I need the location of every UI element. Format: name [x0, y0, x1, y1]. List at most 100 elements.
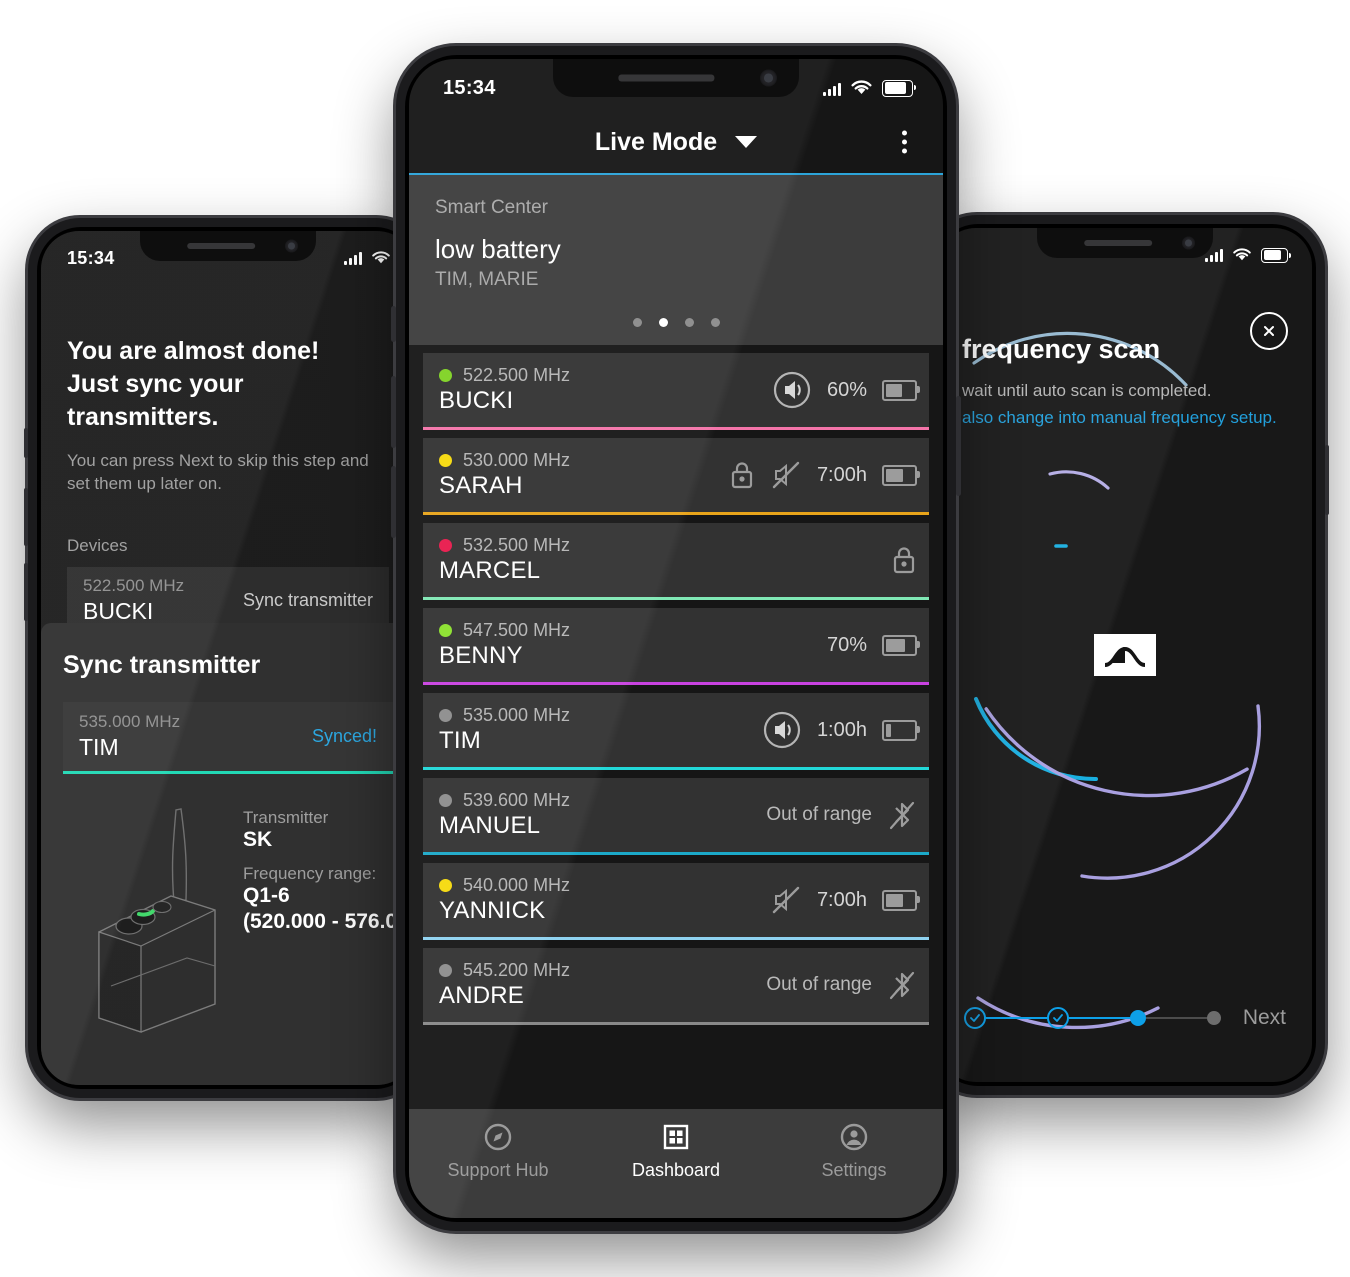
smart-center-card[interactable]: Smart Center low battery TIM, MARIE: [409, 173, 943, 345]
device-row[interactable]: 535.000 MHz TIM 1:00h: [423, 693, 929, 770]
bottom-tab-bar: Support Hub Dashboard Settings: [409, 1109, 943, 1218]
phone-power-button[interactable]: [1325, 445, 1329, 515]
phone-power-button[interactable]: [956, 396, 961, 496]
tab-dashboard[interactable]: Dashboard: [587, 1122, 765, 1181]
sync-transmitter-action[interactable]: Sync transmitter: [243, 590, 373, 611]
sheet-title: Sync transmitter: [63, 651, 261, 679]
device-row[interactable]: 532.500 MHz MARCEL: [423, 523, 929, 600]
step-inactive[interactable]: [1206, 1011, 1221, 1025]
left-heading-line2: Just sync your transmitters.: [67, 370, 244, 431]
wifi-icon: [1233, 248, 1251, 261]
step-completed-2[interactable]: [1046, 1007, 1069, 1029]
sync-transmitter-sheet: Sync transmitter 535.000 MHz TIM Synced!: [41, 623, 415, 1085]
battery-level-text: 70%: [826, 633, 867, 656]
page-dot[interactable]: [684, 318, 694, 327]
status-led-grey: [439, 709, 452, 722]
battery-level-text: 7:00h: [816, 888, 867, 911]
battery-level-text: 1:00h: [816, 718, 867, 741]
right-heading: frequency scan: [962, 334, 1161, 364]
device-frequency: 530.000 MHz: [463, 450, 571, 470]
device-list[interactable]: 522.500 MHz BUCKI 60% 530.000 MHz SARAH 7:00h…: [409, 345, 943, 1109]
cellular-bars-icon: [344, 251, 362, 265]
bluetooth-off-icon: [889, 971, 915, 1000]
phone-volume-down-button[interactable]: [24, 563, 28, 621]
wifi-icon: [372, 251, 390, 264]
page-dot-active[interactable]: [658, 318, 668, 327]
compass-icon: [484, 1123, 512, 1151]
status-led-green: [439, 624, 452, 637]
page-dot[interactable]: [710, 318, 720, 327]
phone-side-button[interactable]: [391, 306, 396, 342]
smart-center-message: low battery: [435, 234, 561, 264]
lock-icon: [893, 547, 915, 574]
out-of-range-label: Out of range: [766, 804, 872, 825]
phone-volume-down-button[interactable]: [391, 466, 396, 538]
status-time: 15:34: [67, 247, 115, 268]
manual-setup-link[interactable]: also change into manual frequency setup.: [962, 406, 1288, 431]
status-led-grey: [439, 964, 452, 977]
tab-label: Settings: [821, 1160, 887, 1180]
device-name: BENNY: [439, 642, 523, 669]
center-phone: 15:34 Live Mode Smart Center low battery…: [391, 46, 961, 1231]
status-led-grey: [439, 794, 452, 807]
status-time: 15:34: [443, 76, 496, 99]
device-name: BUCKI: [439, 387, 514, 414]
device-row[interactable]: 522.500 MHz BUCKI 60%: [423, 353, 929, 430]
smart-center-devices: TIM, MARIE: [435, 269, 539, 290]
tab-settings[interactable]: Settings: [765, 1122, 943, 1181]
page-dot[interactable]: [632, 318, 642, 327]
frequency-range-label: Frequency range:: [243, 864, 377, 883]
tab-support-hub[interactable]: Support Hub: [409, 1122, 587, 1181]
kebab-menu-icon[interactable]: [902, 130, 907, 154]
left-heading-line1: You are almost done!: [67, 337, 320, 365]
tab-label: Dashboard: [631, 1160, 721, 1180]
device-row[interactable]: 539.600 MHz MANUEL Out of range: [423, 778, 929, 855]
bodypack-transmitter-illustration: [63, 804, 233, 1039]
step-connector: [986, 1017, 1047, 1019]
device-frequency: 535.000 MHz: [463, 705, 571, 725]
phone-volume-up-button[interactable]: [391, 376, 396, 448]
mode-title[interactable]: Live Mode: [595, 128, 717, 157]
device-name: SARAH: [439, 472, 523, 499]
step-connector: [1145, 1017, 1207, 1019]
left-phone: 15:34 You are almost done! Just sync you…: [24, 218, 428, 1098]
account-icon: [840, 1123, 868, 1151]
device-name: ANDRE: [439, 982, 525, 1009]
battery-icon: [1261, 247, 1291, 263]
device-frequency: 522.500 MHz: [463, 365, 571, 385]
step-active[interactable]: [1129, 1010, 1146, 1026]
device-name: TIM: [439, 727, 481, 754]
left-device-frequency: 522.500 MHz: [83, 575, 185, 595]
transmitter-label: Transmitter: [243, 808, 329, 827]
speaker-on-icon: [773, 371, 811, 409]
close-icon[interactable]: [1250, 312, 1288, 350]
phone-side-button[interactable]: [24, 428, 28, 458]
next-button[interactable]: Next: [1243, 1006, 1286, 1030]
phone-volume-up-button[interactable]: [24, 488, 28, 546]
tab-label: Support Hub: [447, 1160, 549, 1180]
battery-level-text: 7:00h: [816, 463, 867, 486]
left-section-label: Devices: [67, 535, 128, 555]
step-connector: [1068, 1017, 1130, 1019]
device-name: MANUEL: [439, 812, 541, 839]
frequency-range-detail: (520.000 - 576.000: [243, 910, 415, 933]
status-led-green: [439, 369, 452, 382]
device-row[interactable]: 545.200 MHz ANDRE Out of range: [423, 948, 929, 1025]
device-frequency: 532.500 MHz: [463, 535, 571, 555]
sheet-device-frequency: 535.000 MHz: [79, 712, 181, 731]
device-row[interactable]: 540.000 MHz YANNICK 7:00h: [423, 863, 929, 940]
cellular-bars-icon: [823, 81, 841, 96]
sheet-device-row[interactable]: 535.000 MHz TIM Synced!: [63, 702, 393, 774]
chevron-down-icon[interactable]: [735, 136, 758, 148]
device-name: YANNICK: [439, 897, 546, 924]
status-led-yellow: [439, 454, 452, 467]
device-frequency: 540.000 MHz: [463, 875, 571, 895]
step-completed-1[interactable]: [964, 1007, 986, 1029]
synced-status: Synced!: [311, 726, 377, 746]
onboarding-stepper: Next: [938, 1006, 1312, 1030]
speaker-on-icon: [763, 711, 801, 749]
transmitter-value: SK: [243, 828, 273, 851]
device-row[interactable]: 530.000 MHz SARAH 7:00h: [423, 438, 929, 515]
left-device-name: BUCKI: [83, 597, 154, 624]
device-row[interactable]: 547.500 MHz BENNY 70%: [423, 608, 929, 685]
